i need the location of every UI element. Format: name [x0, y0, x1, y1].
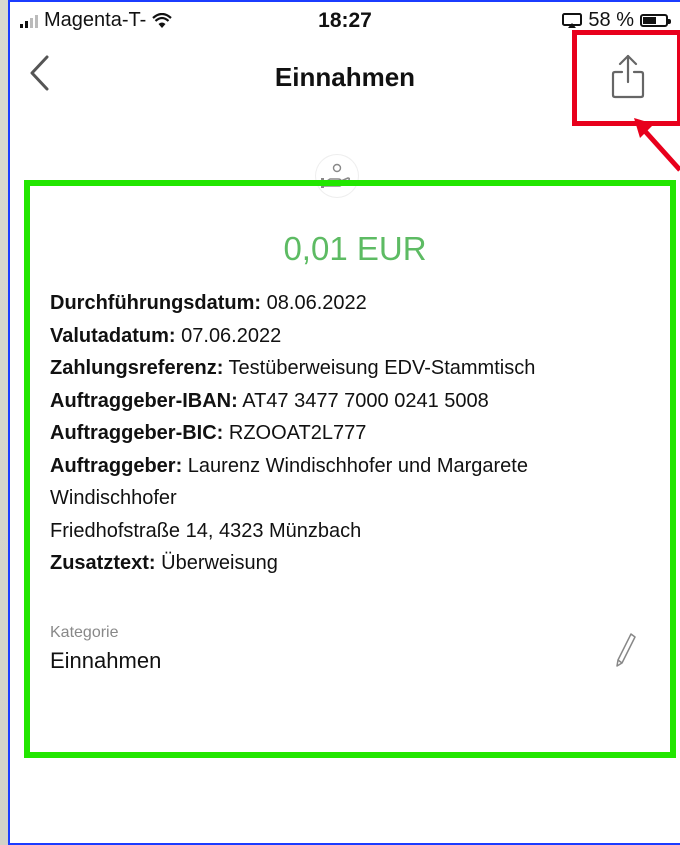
battery-percent: 58 %	[588, 9, 634, 31]
battery-indicator: 58 %	[562, 9, 671, 32]
battery-icon	[640, 14, 671, 27]
screen-mirroring-icon	[562, 12, 583, 28]
highlight-green-box	[24, 180, 676, 758]
red-arrow-icon	[634, 118, 680, 172]
